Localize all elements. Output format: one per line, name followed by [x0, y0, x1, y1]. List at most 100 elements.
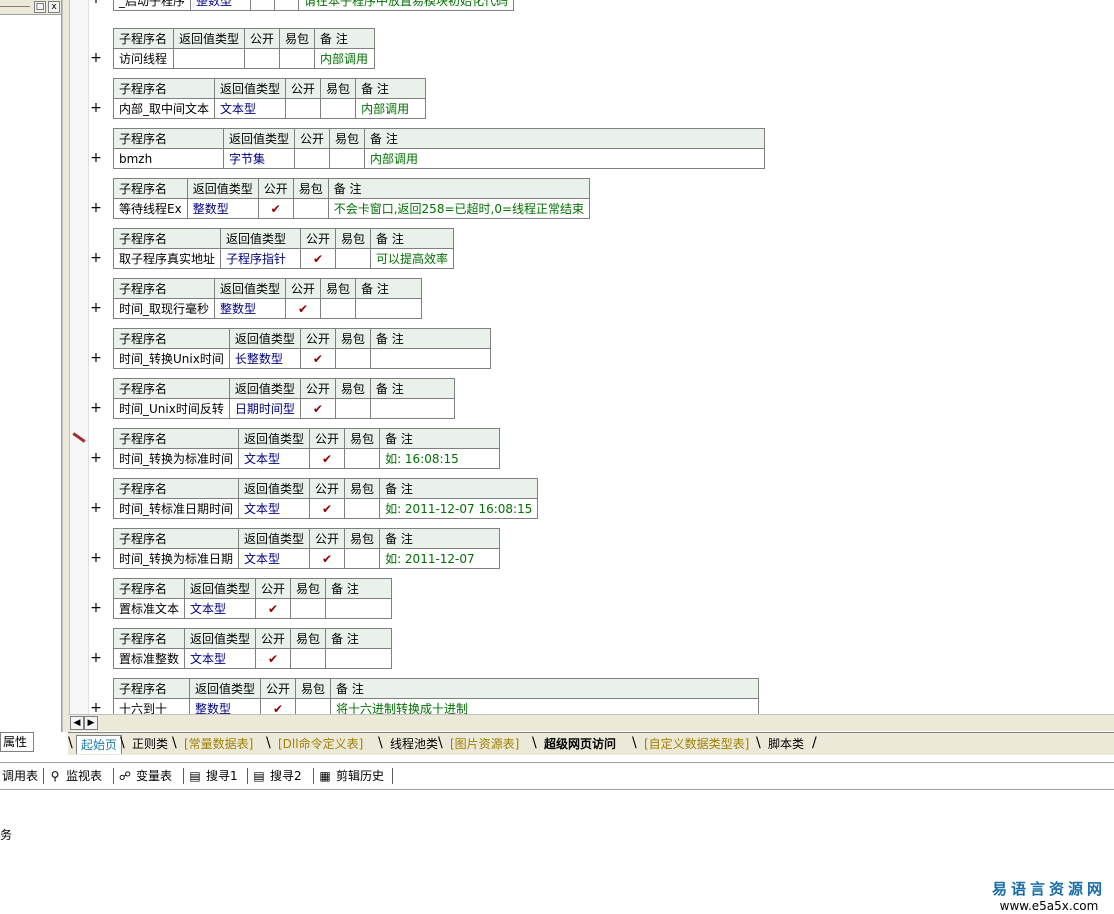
- table-row[interactable]: _启动子程序 整数型 请在本子程序中放置易模块初始化代码: [112, 0, 515, 11]
- toolbar-button[interactable]: ▦ 剪辑历史: [318, 767, 384, 785]
- public-cell[interactable]: ✔: [255, 648, 292, 669]
- scroll-left-icon[interactable]: ◀: [70, 716, 84, 730]
- procedure-table[interactable]: 子程序名 返回值类型 公开 易包备 注等待线程Ex 整数型 ✔ 不会卡窗口,返回258=已超…: [113, 178, 591, 219]
- expand-icon[interactable]: +: [90, 200, 102, 216]
- return-type-cell[interactable]: 文本型: [214, 98, 287, 119]
- package-cell[interactable]: [295, 698, 332, 714]
- procedure-table[interactable]: 子程序名 返回值类型 公开 易包备 注访问线程 内部调用: [113, 28, 376, 69]
- procedure-name-cell[interactable]: 内部_取中间文本: [112, 98, 216, 119]
- procedure-table[interactable]: 子程序名 返回值类型 公开 易包备 注取子程序真实地址 子程序指针 ✔ 可以提高效率: [112, 228, 455, 269]
- procedure-table[interactable]: _启动子程序 整数型 请在本子程序中放置易模块初始化代码: [112, 0, 515, 11]
- note-cell[interactable]: 不会卡窗口,返回258=已超时,0=线程正常结束: [327, 198, 591, 219]
- procedure-table[interactable]: 子程序名 返回值类型 公开 易包备 注时间_转换Unix时间 长整数型 ✔: [113, 328, 491, 369]
- tab-4[interactable]: 线程池类: [386, 735, 442, 753]
- table-row[interactable]: 时间_Unix时间反转 日期时间型 ✔: [113, 398, 455, 419]
- note-cell[interactable]: [355, 298, 423, 319]
- procedure-table[interactable]: 子程序名 返回值类型 公开 易包备 注 bmzh 字节集 内部调用: [113, 128, 766, 169]
- return-type-cell[interactable]: 字节集: [222, 148, 296, 169]
- scroll-right-icon[interactable]: ▶: [84, 716, 98, 730]
- table-row[interactable]: 时间_转换Unix时间 长整数型 ✔: [113, 348, 491, 369]
- package-cell[interactable]: [344, 448, 381, 469]
- procedure-table[interactable]: 子程序名 返回值类型 公开 易包备 注置标准整数 文本型 ✔: [112, 628, 393, 669]
- tab-8[interactable]: 脚本类: [764, 735, 808, 753]
- procedure-table[interactable]: 子程序名 返回值类型 公开 易包备 注时间_转换为标准日期 文本型 ✔ 如: 2011-12…: [112, 528, 501, 569]
- toolbar-button[interactable]: ▤ 搜寻2: [252, 767, 301, 785]
- procedure-name-cell[interactable]: 等待线程Ex: [113, 198, 188, 219]
- package-cell[interactable]: [292, 198, 329, 219]
- procedure-table[interactable]: 子程序名 返回值类型 公开 易包备 注内部_取中间文本 文本型 内部调用: [112, 78, 427, 119]
- note-cell[interactable]: [325, 598, 393, 619]
- table-row[interactable]: 时间_取现行毫秒 整数型 ✔: [112, 298, 423, 319]
- procedure-name-cell[interactable]: 十六到十: [113, 698, 190, 714]
- public-cell[interactable]: ✔: [299, 348, 336, 369]
- note-cell[interactable]: 将十六进制转换成十进制: [330, 698, 760, 714]
- procedure-name-cell[interactable]: 访问线程: [113, 48, 174, 69]
- procedure-name-cell[interactable]: 时间_取现行毫秒: [112, 298, 216, 319]
- note-cell[interactable]: 如: 16:08:15: [379, 448, 501, 469]
- return-type-cell[interactable]: 整数型: [186, 198, 259, 219]
- expand-icon[interactable]: +: [90, 150, 102, 166]
- tab-6[interactable]: 超级网页访问: [540, 735, 620, 753]
- expand-icon[interactable]: +: [90, 0, 102, 7]
- public-cell[interactable]: [244, 48, 281, 69]
- return-type-cell[interactable]: 文本型: [184, 648, 257, 669]
- note-cell[interactable]: [325, 648, 393, 669]
- expand-icon[interactable]: +: [90, 350, 102, 366]
- expand-icon[interactable]: +: [90, 600, 102, 616]
- note-cell[interactable]: 内部调用: [364, 148, 766, 169]
- note-cell[interactable]: 如: 2011-12-07: [379, 548, 501, 569]
- procedure-name-cell[interactable]: 置标准整数: [112, 648, 186, 669]
- public-cell[interactable]: ✔: [309, 448, 346, 469]
- expand-icon[interactable]: +: [90, 250, 102, 266]
- tab-0[interactable]: 起始页: [76, 735, 123, 754]
- procedure-table[interactable]: 子程序名 返回值类型 公开 易包备 注时间_转标准日期时间 文本型 ✔ 如: 2011-12…: [112, 478, 539, 519]
- toolbar-button[interactable]: ⚲ 监视表: [48, 767, 102, 785]
- expand-icon[interactable]: +: [90, 50, 102, 66]
- public-cell[interactable]: ✔: [309, 498, 346, 519]
- restore-button[interactable]: □: [34, 1, 46, 13]
- expand-icon[interactable]: +: [90, 100, 102, 116]
- procedure-table[interactable]: 子程序名 返回值类型 公开 易包备 注时间_Unix时间反转 日期时间型 ✔: [113, 378, 455, 419]
- public-cell[interactable]: [285, 98, 322, 119]
- package-cell[interactable]: [335, 248, 372, 269]
- return-type-cell[interactable]: 文本型: [238, 498, 311, 519]
- left-scrollbar[interactable]: [62, 0, 70, 732]
- return-type-cell[interactable]: 文本型: [184, 598, 257, 619]
- note-cell[interactable]: 内部调用: [355, 98, 427, 119]
- table-row[interactable]: 置标准文本 文本型 ✔: [112, 598, 393, 619]
- package-cell[interactable]: [290, 648, 327, 669]
- return-type-cell[interactable]: 整数型: [190, 0, 252, 11]
- package-cell[interactable]: [329, 148, 366, 169]
- expand-icon[interactable]: +: [90, 450, 102, 466]
- code-editor[interactable]: _启动子程序整数型请在本子程序中放置易模块初始化代码+子程序名返回值类型公开易包…: [70, 0, 1114, 714]
- expand-icon[interactable]: +: [90, 650, 102, 666]
- package-cell[interactable]: [279, 48, 316, 69]
- procedure-name-cell[interactable]: 时间_转标准日期时间: [112, 498, 240, 519]
- toolbar-button[interactable]: ☍ 变量表: [118, 767, 172, 785]
- return-type-cell[interactable]: [172, 48, 246, 69]
- expand-icon[interactable]: +: [90, 700, 102, 714]
- package-cell[interactable]: [320, 98, 357, 119]
- table-row[interactable]: 时间_转标准日期时间 文本型 ✔ 如: 2011-12-07 16:08:15: [112, 498, 539, 519]
- return-type-cell[interactable]: 整数型: [214, 298, 287, 319]
- tab-2[interactable]: [常量数据表]: [180, 735, 257, 753]
- note-cell[interactable]: 请在本子程序中放置易模块初始化代码: [298, 0, 515, 11]
- table-row[interactable]: 内部_取中间文本 文本型 内部调用: [112, 98, 427, 119]
- table-row[interactable]: 访问线程 内部调用: [113, 48, 376, 69]
- note-cell[interactable]: 可以提高效率: [370, 248, 455, 269]
- procedure-table[interactable]: 子程序名 返回值类型 公开 易包备 注置标准文本 文本型 ✔: [112, 578, 393, 619]
- note-cell[interactable]: 如: 2011-12-07 16:08:15: [379, 498, 539, 519]
- package-cell[interactable]: [334, 348, 371, 369]
- note-cell[interactable]: [369, 348, 491, 369]
- public-cell[interactable]: [294, 148, 331, 169]
- package-cell[interactable]: [290, 598, 327, 619]
- return-type-cell[interactable]: 文本型: [238, 548, 311, 569]
- procedure-name-cell[interactable]: 置标准文本: [112, 598, 186, 619]
- procedure-name-cell[interactable]: 时间_Unix时间反转: [113, 398, 230, 419]
- public-cell[interactable]: ✔: [300, 248, 337, 269]
- public-cell[interactable]: ✔: [309, 548, 346, 569]
- tab-1[interactable]: 正则类: [128, 735, 172, 753]
- expand-icon[interactable]: +: [90, 550, 102, 566]
- toolbar-button[interactable]: ▤ 搜寻1: [188, 767, 237, 785]
- expand-icon[interactable]: +: [90, 300, 102, 316]
